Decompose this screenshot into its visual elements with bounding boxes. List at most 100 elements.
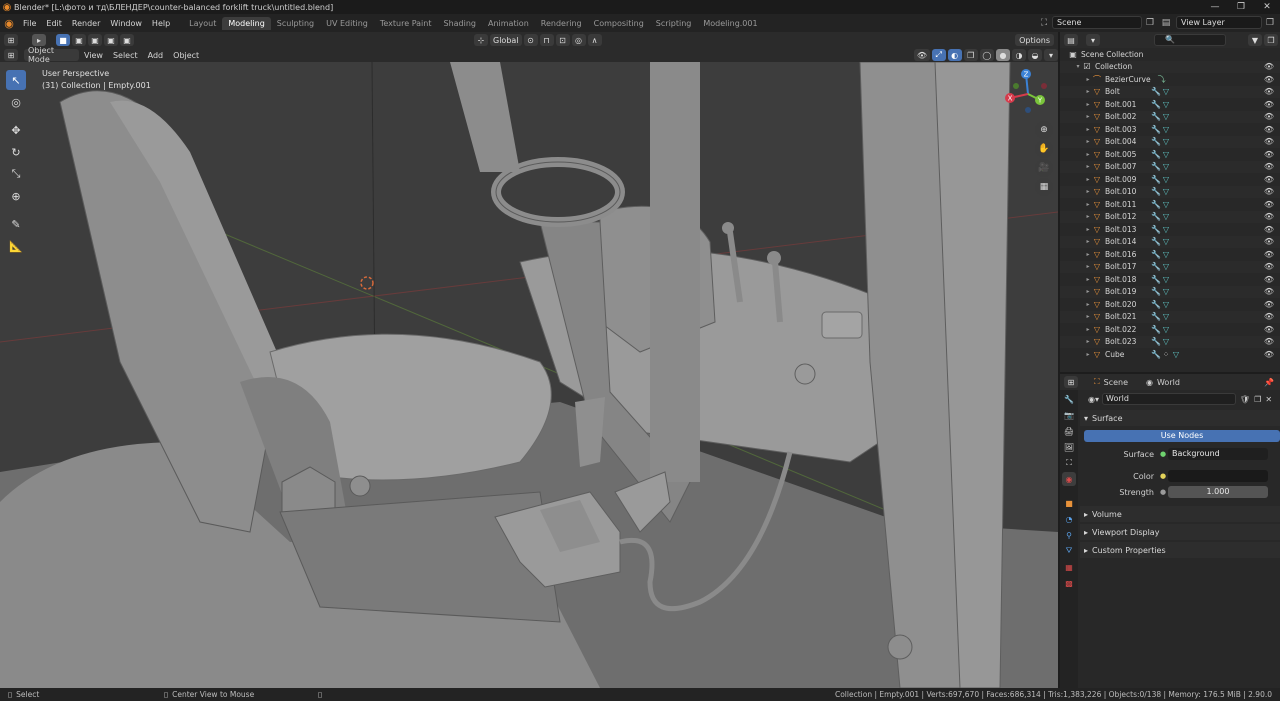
overlay-toggle-icon[interactable]: ◐ [947, 49, 962, 61]
scale-tool-icon[interactable]: ⤡ [6, 164, 26, 184]
eye-icon[interactable]: 👁 [1264, 300, 1274, 309]
expand-icon[interactable]: ▸ [1084, 176, 1092, 183]
expand-icon[interactable]: ▾ [1074, 63, 1082, 70]
expand-icon[interactable]: ▸ [1084, 276, 1092, 283]
outliner-item-label[interactable]: Bolt.005 [1105, 150, 1145, 159]
outliner-item-label[interactable]: Bolt [1105, 87, 1145, 96]
unlink-icon[interactable]: ✕ [1265, 395, 1272, 404]
expand-icon[interactable]: ▸ [1084, 76, 1092, 83]
editor-type-icon[interactable]: ⊞ [4, 34, 18, 46]
use-nodes-button[interactable]: Use Nodes [1084, 430, 1280, 442]
3d-viewport[interactable]: User Perspective (31) Collection | Empty… [0, 62, 1058, 688]
tab-sculpting[interactable]: Sculpting [271, 17, 320, 30]
list-item[interactable]: ▸ ▽ Bolt.017 🔧 ▽ 👁 [1060, 260, 1280, 273]
list-item[interactable]: ▸ ▽ Bolt.001 🔧 ▽ 👁 [1060, 98, 1280, 111]
eye-icon[interactable]: 👁 [1264, 187, 1274, 196]
eye-icon[interactable]: 👁 [1264, 175, 1274, 184]
outliner-item-label[interactable]: Bolt.014 [1105, 237, 1145, 246]
tab-compositing[interactable]: Compositing [588, 17, 650, 30]
object-tab-icon[interactable]: ■ [1062, 496, 1076, 510]
world-browse-icon[interactable]: ◉▾ [1088, 395, 1099, 404]
options-button[interactable]: Options [1015, 34, 1054, 46]
list-item[interactable]: ▸ ▽ Cube 🔧 ⁘ ▽ 👁 [1060, 348, 1280, 361]
breadcrumb-world[interactable]: World [1157, 378, 1180, 387]
menu-object[interactable]: Object [168, 51, 204, 60]
close-icon[interactable]: ✕ [1254, 0, 1280, 14]
eye-icon[interactable]: 👁 [1264, 350, 1274, 359]
expand-icon[interactable]: ▸ [1084, 338, 1092, 345]
outliner-item-label[interactable]: Bolt.011 [1105, 200, 1145, 209]
pin-icon[interactable]: 📌 [1264, 378, 1274, 387]
tab-rendering[interactable]: Rendering [535, 17, 588, 30]
list-item[interactable]: ▸ ▽ Bolt.022 🔧 ▽ 👁 [1060, 323, 1280, 336]
list-item[interactable]: ▸ ▽ Bolt.004 🔧 ▽ 👁 [1060, 135, 1280, 148]
eye-icon[interactable]: 👁 [1264, 250, 1274, 259]
tab-animation[interactable]: Animation [482, 17, 535, 30]
cursor-tool-icon[interactable]: ◎ [6, 92, 26, 112]
outliner-editor-icon[interactable]: ▤ [1064, 34, 1078, 46]
outliner-item-label[interactable]: Bolt.018 [1105, 275, 1145, 284]
expand-icon[interactable]: ▸ [1084, 288, 1092, 295]
menu-help[interactable]: Help [147, 19, 175, 28]
expand-icon[interactable]: ▸ [1084, 138, 1092, 145]
eye-icon[interactable]: 👁 [1264, 337, 1274, 346]
eye-icon[interactable]: 👁 [1264, 125, 1274, 134]
snap-icon[interactable]: ⊓ [539, 34, 554, 46]
menu-file[interactable]: File [18, 19, 41, 28]
display-mode-icon[interactable]: ▾ [1086, 34, 1100, 46]
expand-icon[interactable]: ▸ [1084, 301, 1092, 308]
list-item[interactable]: ▸ ▽ Bolt.018 🔧 ▽ 👁 [1060, 273, 1280, 286]
physics-tab-icon[interactable]: ◔ [1062, 512, 1076, 526]
color-swatch[interactable] [1168, 470, 1268, 482]
outliner-item-label[interactable]: Bolt.003 [1105, 125, 1145, 134]
eye-icon[interactable]: 👁 [1264, 100, 1274, 109]
eye-icon[interactable]: 👁 [1264, 275, 1274, 284]
volume-panel-header[interactable]: ▸ Volume [1080, 506, 1280, 522]
object-data-tab-icon[interactable]: ⛛ [1062, 544, 1076, 558]
outliner-item-label[interactable]: Bolt.012 [1105, 212, 1145, 221]
shading-options-icon[interactable]: ▾ [1044, 49, 1059, 61]
eye-icon[interactable]: 👁 [1264, 112, 1274, 121]
shading-material-icon[interactable]: ◑ [1012, 49, 1027, 61]
eye-icon[interactable]: 👁 [1264, 237, 1274, 246]
object-mode-select[interactable]: Object Mode [24, 46, 79, 64]
list-item[interactable]: ▸ ▽ Bolt.020 🔧 ▽ 👁 [1060, 298, 1280, 311]
eye-icon[interactable]: 👁 [1264, 87, 1274, 96]
transform-tool-icon[interactable]: ⊕ [6, 186, 26, 206]
outliner-item-label[interactable]: Bolt.007 [1105, 162, 1145, 171]
falloff-icon[interactable]: ∧ [587, 34, 602, 46]
expand-icon[interactable]: ▸ [1084, 263, 1092, 270]
eye-icon[interactable]: 👁 [1264, 162, 1274, 171]
eye-icon[interactable]: 👁 [1264, 325, 1274, 334]
collection-checkbox-icon[interactable]: ☑ [1082, 62, 1092, 71]
surface-shader-select[interactable]: Background [1168, 448, 1268, 460]
fake-user-icon[interactable]: 🛡 [1240, 395, 1250, 404]
pivot-icon[interactable]: ⊙ [523, 34, 538, 46]
visibility-icon[interactable]: 👁 [914, 49, 930, 61]
world-name-field[interactable]: World [1102, 393, 1236, 405]
new-view-layer-icon[interactable]: ❐ [1264, 17, 1276, 29]
expand-icon[interactable]: ▸ [1084, 113, 1092, 120]
properties-editor-icon[interactable]: ⊞ [1064, 376, 1078, 388]
outliner-item-label[interactable]: Bolt.023 [1105, 337, 1145, 346]
list-item[interactable]: ▸ ▽ Bolt.002 🔧 ▽ 👁 [1060, 110, 1280, 123]
eye-icon[interactable]: 👁 [1264, 262, 1274, 271]
tab-modeling[interactable]: Modeling [222, 16, 271, 30]
expand-icon[interactable]: ▸ [1084, 313, 1092, 320]
surface-panel-header[interactable]: ▾ Surface [1080, 410, 1280, 426]
texture-tab-icon[interactable]: ▦ [1062, 560, 1076, 574]
scene-tab-icon[interactable]: ⛶ [1062, 456, 1076, 470]
select-mode-extend-icon[interactable]: ▣ [72, 34, 86, 46]
annotate-tool-icon[interactable]: ✎ [6, 214, 26, 234]
select-mode-intersect-icon[interactable]: ▣ [120, 34, 134, 46]
camera-view-icon[interactable]: 🎥 [1035, 159, 1053, 177]
filter-icon[interactable]: ▼ [1248, 34, 1262, 46]
minimize-icon[interactable]: — [1202, 0, 1228, 14]
outliner-item-label[interactable]: BezierCurve [1105, 75, 1151, 84]
view-layer-selector[interactable]: View Layer [1176, 16, 1262, 29]
pan-hand-icon[interactable]: ✋ [1035, 140, 1053, 158]
move-tool-icon[interactable]: ✥ [6, 120, 26, 140]
render-icon[interactable]: 📷 [1062, 408, 1076, 422]
outliner-item-label[interactable]: Bolt.017 [1105, 262, 1145, 271]
shading-rendered-icon[interactable]: ◒ [1028, 49, 1043, 61]
